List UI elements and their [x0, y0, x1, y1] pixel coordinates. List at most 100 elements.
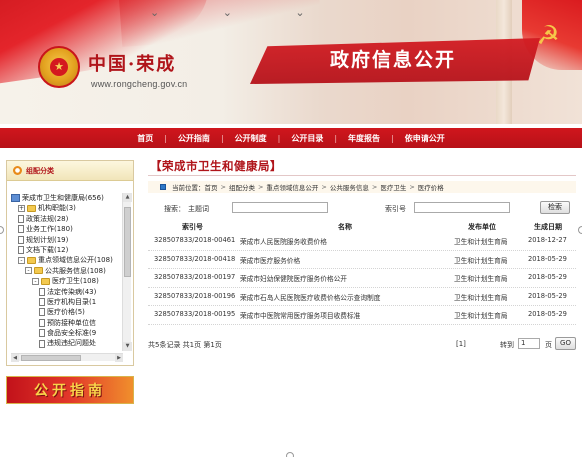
tree-item[interactable]: 规划计划(19) [11, 235, 123, 245]
index-number-label: 索引号 [385, 205, 406, 213]
collapse-icon[interactable]: - [18, 257, 25, 265]
tree-item-label[interactable]: 业务工作(180) [26, 224, 73, 234]
scroll-right-icon[interactable]: ▶ [115, 354, 123, 362]
tree-item-label[interactable]: 医疗价格(5) [47, 307, 85, 317]
tree-item[interactable]: - 医疗卫生(108) [11, 276, 123, 286]
left-edge-handle[interactable] [0, 226, 4, 234]
collapse-icon[interactable]: - [32, 277, 39, 285]
breadcrumb-medical-prices[interactable]: 医疗价格 [418, 182, 444, 192]
breadcrumb-home[interactable]: 首页 [205, 182, 218, 192]
pagination: 共5条记录 共1页 第1页 [1] 转到 1 页 GO [148, 337, 576, 351]
nav-catalog[interactable]: 公开目录 [280, 133, 334, 144]
search-button[interactable]: 检索 [540, 201, 570, 214]
table-row: 328507833/2018-00197 荣成市妇幼保健院医疗服务价格公开 卫生和计… [148, 269, 576, 288]
cell-name-link[interactable]: 荣成市人民医院服务收费价格 [240, 236, 327, 246]
tree-item[interactable]: 违规违纪问题处 [11, 338, 123, 348]
tree-item[interactable]: 食品安全标准(9 [11, 328, 123, 338]
tree-item-label[interactable]: 医疗机构目录(1 [47, 297, 96, 307]
folder-icon [27, 257, 36, 265]
tree-horizontal-scrollbar[interactable]: ◀ ▶ [11, 353, 123, 362]
subject-label: 主题词 [188, 205, 209, 213]
index-number-input[interactable] [414, 202, 510, 213]
breadcrumb-key-areas[interactable]: 重点领域信息公开 [266, 182, 318, 192]
tree-item-label[interactable]: 机构职能(3) [38, 203, 76, 213]
scroll-down-icon[interactable]: ▼ [123, 342, 132, 351]
breadcrumb-category[interactable]: 组配分类 [229, 182, 255, 192]
tree-item-label[interactable]: 公共服务信息(108) [45, 266, 106, 276]
table-row: 328507833/2018-00195 荣成市中医院常用医疗服务项目收费标准 卫生… [148, 306, 576, 325]
document-icon [39, 308, 45, 317]
expand-icon[interactable]: + [18, 205, 25, 213]
tree-vertical-scrollbar[interactable]: ▲ ▼ [122, 193, 132, 351]
tree-item[interactable]: 荣成市卫生和健康局(656) [11, 193, 123, 203]
tree-item-label[interactable]: 预防接种单位信 [47, 318, 96, 328]
cell-name-link[interactable]: 荣成市医疗服务价格 [240, 255, 300, 265]
document-icon [18, 246, 24, 255]
document-icon [39, 339, 45, 348]
scroll-thumb[interactable] [124, 207, 131, 277]
right-edge-handle[interactable] [578, 226, 582, 234]
tree-item-label[interactable]: 法定传染病(43) [47, 287, 96, 297]
site-url[interactable]: www.rongcheng.gov.cn [91, 79, 187, 89]
collapse-icon[interactable]: - [25, 267, 32, 275]
nav-home[interactable]: 首页 [126, 133, 164, 144]
scroll-left-icon[interactable]: ◀ [11, 354, 19, 362]
nav-system[interactable]: 公开制度 [224, 133, 278, 144]
site-name[interactable]: 中国·荣成 [88, 50, 176, 76]
tree-item[interactable]: 政策法规(28) [11, 214, 123, 224]
header-publisher: 发布单位 [468, 223, 496, 231]
title-divider [148, 175, 576, 176]
folder-icon [27, 205, 36, 213]
cell-index-number: 328507833/2018-00196 [154, 291, 236, 300]
breadcrumb: 当前位置： 首页 > 组配分类 > 重点领域信息公开 > 公共服务信息 > 医疗… [148, 181, 576, 193]
nav-apply[interactable]: 依申请公开 [394, 133, 456, 144]
breadcrumb-prefix: 当前位置： [172, 184, 205, 192]
go-button[interactable]: GO [555, 337, 576, 350]
tree-item[interactable]: - 公共服务信息(108) [11, 266, 123, 276]
tree-item[interactable]: 业务工作(180) [11, 224, 123, 234]
page-unit-label: 页 [545, 341, 552, 349]
tree-item-label[interactable]: 医疗卫生(108) [52, 276, 99, 286]
tree-item[interactable]: 医疗机构目录(1 [11, 297, 123, 307]
document-icon [18, 214, 24, 223]
guide-banner[interactable]: 公开指南 [6, 376, 134, 404]
cell-name-link[interactable]: 荣成市中医院常用医疗服务项目收费标准 [240, 310, 360, 320]
document-icon [39, 298, 45, 307]
category-panel: ● 组配分类 荣成市卫生和健康局(656) + 机构职能(3) 政策法规(28) 业务工… [6, 160, 134, 366]
page-number-input[interactable]: 1 [518, 338, 540, 349]
document-icon [18, 235, 24, 244]
category-panel-header: ● 组配分类 [7, 161, 133, 181]
tree-item-label[interactable]: 违规违纪问题处 [47, 338, 96, 348]
tree-item-label[interactable]: 食品安全标准(9 [47, 328, 96, 338]
banner-title: 政府信息公开 [330, 49, 457, 71]
results-table: 索引号 名称 发布单位 生成日期 328507833/2018-00461 荣成市… [148, 218, 576, 325]
main-nav: 首页 | 公开指南 | 公开制度 | 公开目录 | 年度报告 | 依申请公开 [0, 128, 582, 148]
breadcrumb-public-service[interactable]: 公共服务信息 [330, 182, 369, 192]
search-form: 搜索： 主题词 索引号 检索 [148, 201, 576, 215]
tree-item[interactable]: 法定传染病(43) [11, 287, 123, 297]
pagination-info: 共5条记录 共1页 第1页 [148, 341, 222, 349]
nav-guide[interactable]: 公开指南 [167, 133, 221, 144]
nav-annual-report[interactable]: 年度报告 [337, 133, 391, 144]
cell-name-link[interactable]: 荣成市石岛人民医院医疗收费价格公示查询制度 [240, 292, 380, 302]
tree-item-label[interactable]: 荣成市卫生和健康局(656) [22, 193, 104, 203]
tree-item-label[interactable]: 规划计划(19) [26, 235, 68, 245]
tree-item-label[interactable]: 政策法规(28) [26, 214, 68, 224]
breadcrumb-healthcare[interactable]: 医疗卫生 [380, 182, 406, 192]
tree-item[interactable]: - 重点领域信息公开(108) [11, 255, 123, 265]
tree-item[interactable]: 医疗价格(5) [11, 307, 123, 317]
scroll-thumb-horizontal[interactable] [21, 355, 81, 361]
tree-item-label[interactable]: 文档下载(12) [26, 245, 68, 255]
scroll-up-icon[interactable]: ▲ [123, 193, 132, 202]
table-row: 328507833/2018-00418 荣成市医疗服务价格 卫生和计划生育局 201… [148, 251, 576, 270]
page-link-1[interactable]: [1] [456, 340, 466, 348]
tree-item[interactable]: 预防接种单位信 [11, 318, 123, 328]
guide-banner-text: 公开指南 [34, 383, 106, 399]
search-label: 搜索： [164, 205, 185, 213]
subject-input[interactable] [232, 202, 328, 213]
tree-item[interactable]: 文档下载(12) [11, 245, 123, 255]
cell-name-link[interactable]: 荣成市妇幼保健院医疗服务价格公开 [240, 273, 347, 283]
cell-date: 2018-05-29 [528, 291, 567, 300]
tree-item-label[interactable]: 重点领域信息公开(108) [38, 255, 113, 265]
tree-item[interactable]: + 机构职能(3) [11, 203, 123, 213]
